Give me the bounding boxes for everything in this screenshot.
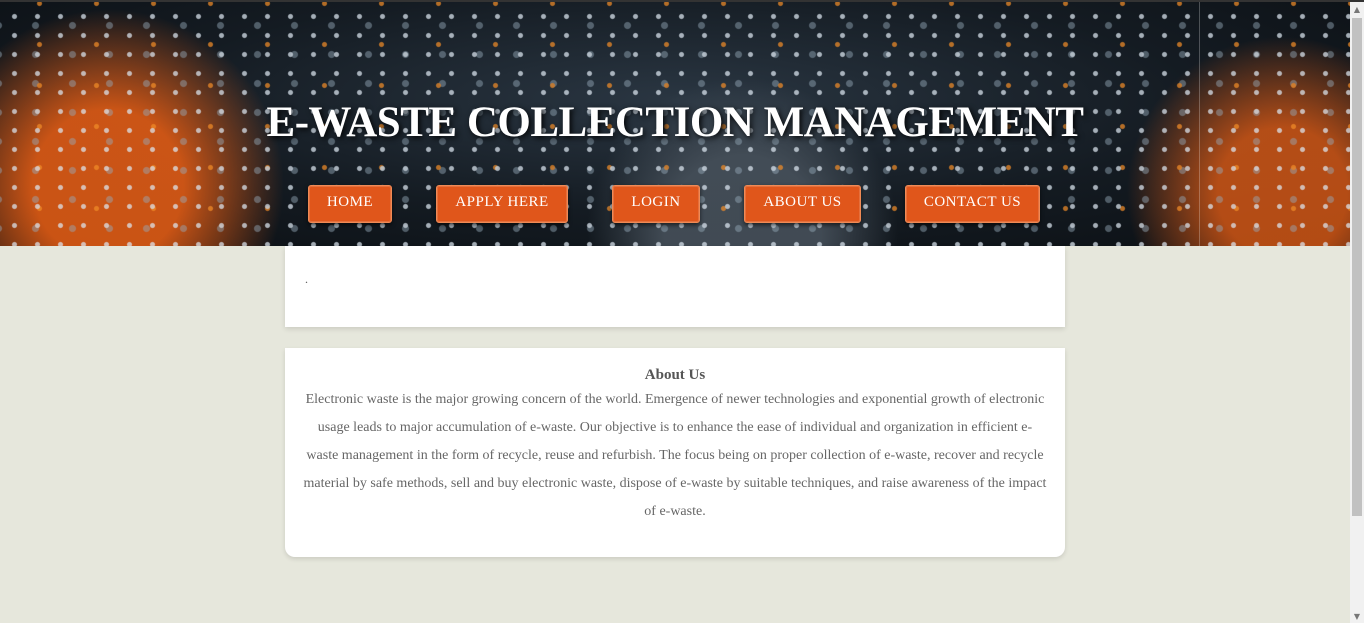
nav-apply-button[interactable]: APPLY HERE bbox=[436, 185, 568, 223]
notice-text: . bbox=[305, 272, 308, 286]
scroll-up-arrow-icon[interactable]: ▲ bbox=[1350, 2, 1364, 16]
scroll-thumb[interactable] bbox=[1352, 18, 1362, 516]
about-us-card: About Us Electronic waste is the major g… bbox=[285, 348, 1065, 557]
nav-home-button[interactable]: HOME bbox=[308, 185, 392, 223]
header-banner: E-WASTE COLLECTION MANAGEMENT HOME APPLY… bbox=[0, 2, 1350, 246]
nav-login-button[interactable]: LOGIN bbox=[612, 185, 700, 223]
scroll-down-arrow-icon[interactable]: ▼ bbox=[1350, 609, 1364, 623]
nav-about-button[interactable]: ABOUT US bbox=[744, 185, 861, 223]
notice-card: . bbox=[285, 246, 1065, 327]
about-us-heading: About Us bbox=[644, 367, 706, 383]
vertical-scrollbar[interactable]: ▲ ▼ bbox=[1350, 2, 1364, 623]
about-us-body: Electronic waste is the major growing co… bbox=[303, 392, 1047, 519]
nav-contact-button[interactable]: CONTACT US bbox=[905, 185, 1040, 223]
site-title: E-WASTE COLLECTION MANAGEMENT bbox=[266, 99, 1084, 146]
